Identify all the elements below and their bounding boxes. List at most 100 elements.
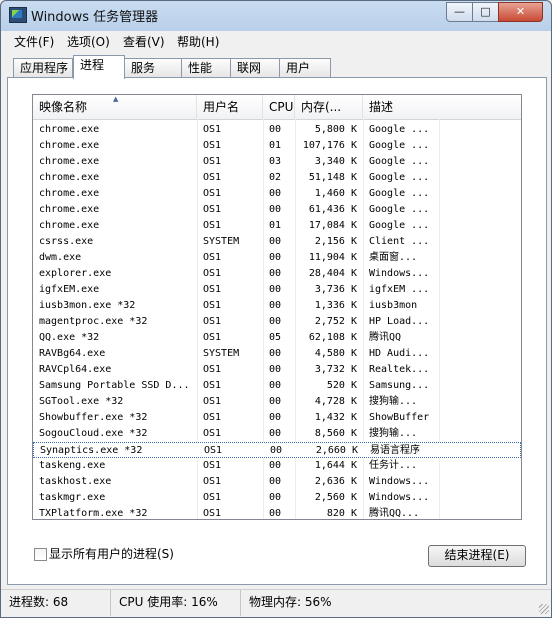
cell-description: Google ... xyxy=(369,204,430,215)
process-row[interactable]: Samsung Portable SSD D... OS1 00 520 K Samsu… xyxy=(33,378,521,394)
cell-cpu: 00 xyxy=(269,364,282,375)
column-image-name[interactable]: 映像名称 ▲ xyxy=(33,95,197,119)
cell-memory: 1,644 K xyxy=(314,460,357,471)
process-row[interactable]: chrome.exe OS1 03 3,340 K Google ... xyxy=(33,154,521,170)
menu-help[interactable]: 帮助(H) xyxy=(177,33,219,50)
close-button[interactable]: ✕ xyxy=(498,2,543,22)
task-manager-icon xyxy=(9,7,27,23)
menu-options[interactable]: 选项(O) xyxy=(67,33,110,50)
maximize-button[interactable]: □ xyxy=(472,2,499,22)
process-row[interactable]: RAVBg64.exe SYSTEM 00 4,580 K HD Audi... xyxy=(33,346,521,362)
cell-memory: 4,580 K xyxy=(314,348,357,359)
column-memory[interactable]: 内存(... xyxy=(295,95,363,119)
resize-grip-icon[interactable] xyxy=(539,604,549,614)
cell-description: 搜狗输... xyxy=(369,428,418,439)
cell-memory: 2,636 K xyxy=(314,476,357,487)
cell-description: Google ... xyxy=(369,124,430,135)
cell-cpu: 00 xyxy=(269,284,282,295)
process-row[interactable]: TXPlatform.exe *32 OS1 00 820 K 腾讯QQ... xyxy=(33,506,521,519)
cell-user-name: OS1 xyxy=(203,220,222,231)
cell-memory: 2,560 K xyxy=(314,492,357,503)
show-all-users-label[interactable]: 显示所有用户的进程(S) xyxy=(49,545,174,562)
cell-user-name: OS1 xyxy=(203,300,222,311)
cell-cpu: 03 xyxy=(269,156,282,167)
process-list[interactable]: 映像名称 ▲ 用户名 CPU 内存(... 描述 chrome.exe OS1 00… xyxy=(32,94,522,520)
cell-user-name: OS1 xyxy=(203,124,222,135)
menu-view[interactable]: 查看(V) xyxy=(123,33,165,50)
cell-user-name: OS1 xyxy=(203,332,222,343)
cell-description: Google ... xyxy=(369,140,430,151)
tab-networking[interactable]: 联网 xyxy=(230,58,280,77)
tab-users[interactable]: 用户 xyxy=(279,58,331,77)
status-physical-memory: 物理内存: 56% xyxy=(249,595,332,609)
process-row[interactable]: QQ.exe *32 OS1 05 62,108 K 腾讯QQ xyxy=(33,330,521,346)
cell-user-name: OS1 xyxy=(203,284,222,295)
process-row[interactable]: iusb3mon.exe *32 OS1 00 1,336 K iusb3mon xyxy=(33,298,521,314)
cell-image-name: TXPlatform.exe *32 xyxy=(39,508,148,519)
cell-image-name: csrss.exe xyxy=(39,236,94,247)
process-row[interactable]: dwm.exe OS1 00 11,904 K 桌面窗... xyxy=(33,250,521,266)
column-cpu[interactable]: CPU xyxy=(263,95,295,119)
cell-cpu: 00 xyxy=(269,236,282,247)
minimize-button[interactable]: — xyxy=(446,2,473,22)
cell-cpu: 00 xyxy=(269,316,282,327)
show-all-users-checkbox[interactable] xyxy=(34,548,47,561)
title-bar[interactable]: Windows 任务管理器 — □ ✕ xyxy=(1,1,551,29)
cell-cpu: 00 xyxy=(269,476,282,487)
cell-memory: 3,736 K xyxy=(314,284,357,295)
cell-cpu: 05 xyxy=(269,332,282,343)
process-row[interactable]: chrome.exe OS1 00 61,436 K Google ... xyxy=(33,202,521,218)
cell-cpu: 00 xyxy=(269,428,282,439)
process-row[interactable]: csrss.exe SYSTEM 00 2,156 K Client ... xyxy=(33,234,521,250)
cell-description: 腾讯QQ xyxy=(369,332,402,343)
column-user-name[interactable]: 用户名 xyxy=(197,95,263,119)
cell-cpu: 00 xyxy=(270,445,283,456)
process-row[interactable]: magentproc.exe *32 OS1 00 2,752 K HP Load... xyxy=(33,314,521,330)
process-row[interactable]: RAVCpl64.exe OS1 00 3,732 K Realtek... xyxy=(33,362,521,378)
cell-user-name: OS1 xyxy=(204,445,223,456)
cell-user-name: OS1 xyxy=(203,428,222,439)
cell-user-name: OS1 xyxy=(203,316,222,327)
tab-applications[interactable]: 应用程序 xyxy=(13,58,73,77)
process-row[interactable]: igfxEM.exe OS1 00 3,736 K igfxEM ... xyxy=(33,282,521,298)
process-row[interactable]: explorer.exe OS1 00 28,404 K Windows... xyxy=(33,266,521,282)
cell-description: Windows... xyxy=(369,476,430,487)
cell-user-name: OS1 xyxy=(203,396,222,407)
cell-description: igfxEM ... xyxy=(369,284,430,295)
cell-description: Client ... xyxy=(369,236,430,247)
cell-memory: 820 K xyxy=(326,508,357,519)
cell-memory: 2,156 K xyxy=(314,236,357,247)
cell-memory: 2,660 K xyxy=(315,445,358,456)
process-row[interactable]: SogouCloud.exe *32 OS1 00 8,560 K 搜狗输... xyxy=(33,426,521,442)
cell-description: iusb3mon xyxy=(369,300,418,311)
cell-cpu: 02 xyxy=(269,172,282,183)
end-process-button[interactable]: 结束进程(E) xyxy=(428,545,526,567)
sort-ascending-icon: ▲ xyxy=(113,95,119,103)
cell-description: HP Load... xyxy=(369,316,430,327)
cell-memory: 28,404 K xyxy=(308,268,357,279)
cell-image-name: Showbuffer.exe *32 xyxy=(39,412,148,423)
menu-file[interactable]: 文件(F) xyxy=(14,33,54,50)
column-description[interactable]: 描述 xyxy=(363,95,521,119)
process-row[interactable]: Showbuffer.exe *32 OS1 00 1,432 K ShowBuffer xyxy=(33,410,521,426)
process-row[interactable]: chrome.exe OS1 01 107,176 K Google ... xyxy=(33,138,521,154)
process-row[interactable]: chrome.exe OS1 00 1,460 K Google ... xyxy=(33,186,521,202)
process-row[interactable]: chrome.exe OS1 02 51,148 K Google ... xyxy=(33,170,521,186)
tab-performance[interactable]: 性能 xyxy=(181,58,231,77)
cell-memory: 1,460 K xyxy=(314,188,357,199)
process-row[interactable]: taskmgr.exe OS1 00 2,560 K Windows... xyxy=(33,490,521,506)
cell-image-name: iusb3mon.exe *32 xyxy=(39,300,136,311)
cell-cpu: 00 xyxy=(269,492,282,503)
cell-cpu: 00 xyxy=(269,396,282,407)
tab-processes[interactable]: 进程 xyxy=(73,55,125,79)
process-row[interactable]: taskhost.exe OS1 00 2,636 K Windows... xyxy=(33,474,521,490)
cell-description: Windows... xyxy=(369,268,430,279)
process-row[interactable]: Synaptics.exe *32 OS1 00 2,660 K 易语言程序 xyxy=(33,442,521,458)
process-row[interactable]: chrome.exe OS1 01 17,084 K Google ... xyxy=(33,218,521,234)
process-row[interactable]: SGTool.exe *32 OS1 00 4,728 K 搜狗输... xyxy=(33,394,521,410)
cell-image-name: chrome.exe xyxy=(39,204,100,215)
process-row[interactable]: taskeng.exe OS1 00 1,644 K 任务计... xyxy=(33,458,521,474)
tab-services[interactable]: 服务 xyxy=(124,58,182,77)
cell-image-name: SogouCloud.exe *32 xyxy=(39,428,148,439)
process-row[interactable]: chrome.exe OS1 00 5,800 K Google ... xyxy=(33,122,521,138)
